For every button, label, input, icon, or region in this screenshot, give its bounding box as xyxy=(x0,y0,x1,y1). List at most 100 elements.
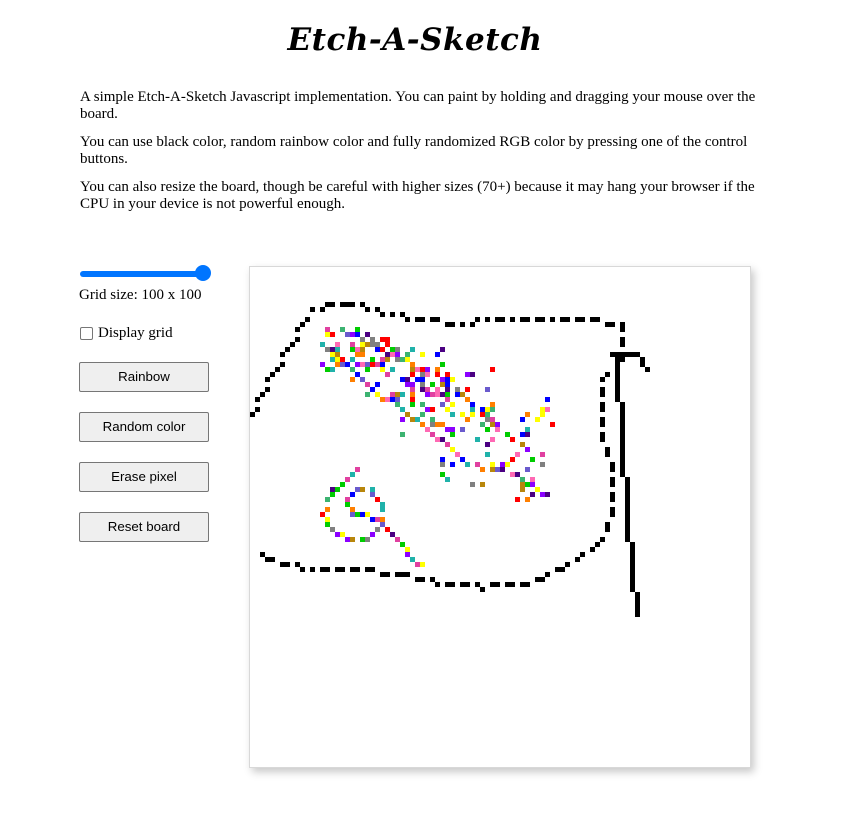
sketch-canvas[interactable] xyxy=(250,267,750,767)
painted-pixel xyxy=(400,357,405,362)
painted-pixel xyxy=(415,317,420,322)
painted-pixel xyxy=(325,367,330,372)
painted-pixel xyxy=(620,432,625,437)
painted-pixel xyxy=(435,367,440,372)
painted-pixel xyxy=(385,572,390,577)
painted-pixel xyxy=(450,402,455,407)
painted-pixel xyxy=(540,492,545,497)
painted-pixel xyxy=(365,367,370,372)
erase-pixel-button[interactable]: Erase pixel xyxy=(79,462,209,492)
painted-pixel xyxy=(625,512,630,517)
display-grid-toggle[interactable]: Display grid xyxy=(79,324,219,342)
painted-pixel xyxy=(485,387,490,392)
painted-pixel xyxy=(325,347,330,352)
intro-text: A simple Etch-A-Sketch Javascript implem… xyxy=(80,89,760,224)
painted-pixel xyxy=(450,447,455,452)
painted-pixel xyxy=(360,487,365,492)
painted-pixel xyxy=(600,407,605,412)
painted-pixel xyxy=(355,567,360,572)
painted-pixel xyxy=(405,412,410,417)
painted-pixel xyxy=(400,542,405,547)
painted-pixel xyxy=(360,377,365,382)
painted-pixel xyxy=(365,512,370,517)
painted-pixel xyxy=(525,582,530,587)
painted-pixel xyxy=(265,387,270,392)
painted-pixel xyxy=(620,417,625,422)
painted-pixel xyxy=(620,442,625,447)
grid-size-label: Grid size: 100 x 100 xyxy=(79,287,202,303)
display-grid-checkbox[interactable] xyxy=(80,326,93,340)
painted-pixel xyxy=(395,357,400,362)
painted-pixel xyxy=(380,507,385,512)
painted-pixel xyxy=(300,567,305,572)
painted-pixel xyxy=(470,322,475,327)
rainbow-button[interactable]: Rainbow xyxy=(79,362,209,392)
painted-pixel xyxy=(345,497,350,502)
painted-pixel xyxy=(420,377,425,382)
painted-pixel xyxy=(385,357,390,362)
painted-pixel xyxy=(365,332,370,337)
painted-pixel xyxy=(375,347,380,352)
painted-pixel xyxy=(375,362,380,367)
sketch-board[interactable] xyxy=(249,266,751,768)
painted-pixel xyxy=(615,362,620,367)
painted-pixel xyxy=(355,467,360,472)
painted-pixel xyxy=(405,352,410,357)
painted-pixel xyxy=(490,582,495,587)
grid-size-slider[interactable] xyxy=(80,264,211,284)
painted-pixel xyxy=(425,392,430,397)
painted-pixel xyxy=(400,377,405,382)
painted-pixel xyxy=(425,372,430,377)
painted-pixel xyxy=(375,307,380,312)
painted-pixel xyxy=(415,562,420,567)
painted-pixel xyxy=(610,467,615,472)
painted-pixel xyxy=(445,387,450,392)
painted-pixel xyxy=(290,342,295,347)
painted-pixel xyxy=(390,392,395,397)
painted-pixel xyxy=(380,367,385,372)
display-grid-label: Display grid xyxy=(98,324,173,341)
painted-pixel xyxy=(300,322,305,327)
painted-pixel xyxy=(530,477,535,482)
painted-pixel xyxy=(445,477,450,482)
random-color-button[interactable]: Random color xyxy=(79,412,209,442)
painted-pixel xyxy=(330,492,335,497)
painted-pixel xyxy=(390,352,395,357)
painted-pixel xyxy=(355,347,360,352)
painted-pixel xyxy=(600,537,605,542)
painted-pixel xyxy=(490,437,495,442)
painted-pixel xyxy=(420,317,425,322)
painted-pixel xyxy=(330,347,335,352)
painted-pixel xyxy=(475,462,480,467)
painted-pixel xyxy=(420,412,425,417)
painted-pixel xyxy=(625,517,630,522)
painted-pixel xyxy=(410,347,415,352)
painted-pixel xyxy=(635,612,640,617)
painted-pixel xyxy=(625,497,630,502)
painted-pixel xyxy=(610,322,615,327)
painted-pixel xyxy=(630,577,635,582)
painted-pixel xyxy=(440,382,445,387)
painted-pixel xyxy=(620,357,625,362)
painted-pixel xyxy=(340,357,345,362)
painted-pixel xyxy=(480,467,485,472)
painted-pixel xyxy=(365,537,370,542)
painted-pixel xyxy=(385,527,390,532)
painted-pixel xyxy=(430,417,435,422)
painted-pixel xyxy=(410,392,415,397)
painted-pixel xyxy=(355,352,360,357)
painted-pixel xyxy=(420,577,425,582)
painted-pixel xyxy=(295,562,300,567)
painted-pixel xyxy=(520,442,525,447)
painted-pixel xyxy=(600,422,605,427)
reset-board-button[interactable]: Reset board xyxy=(79,512,209,542)
painted-pixel xyxy=(355,362,360,367)
painted-pixel xyxy=(440,457,445,462)
painted-pixel xyxy=(330,527,335,532)
painted-pixel xyxy=(540,407,545,412)
painted-pixel xyxy=(470,372,475,377)
slider-thumb[interactable] xyxy=(195,265,211,281)
painted-pixel xyxy=(625,502,630,507)
painted-pixel xyxy=(630,567,635,572)
painted-pixel xyxy=(465,372,470,377)
